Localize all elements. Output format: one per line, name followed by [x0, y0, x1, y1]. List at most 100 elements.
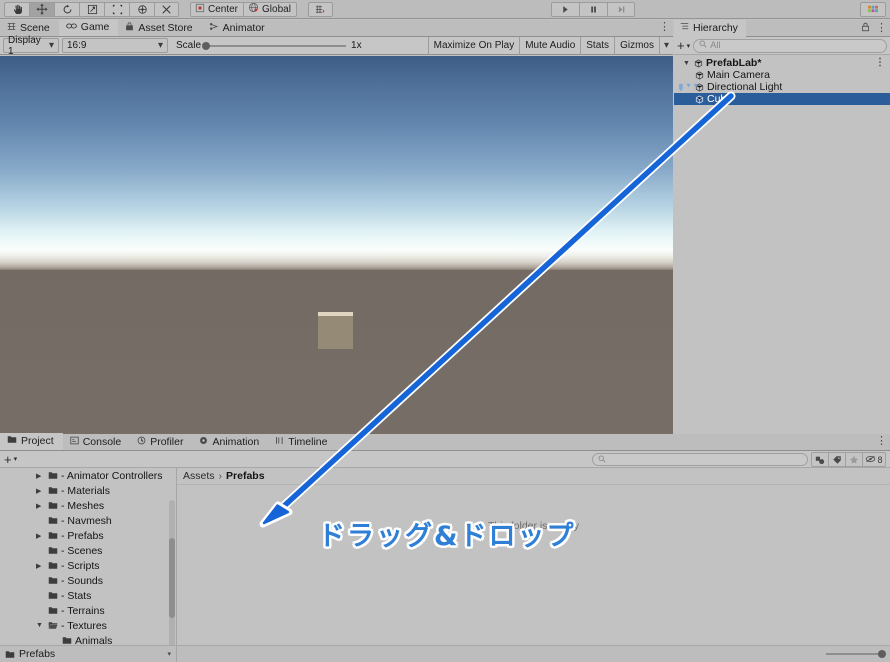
project-folder-row[interactable]: ▶ - Materials: [0, 483, 176, 498]
pivot-mode-button[interactable]: Center: [190, 1, 244, 17]
game-panel-menu-icon[interactable]: ⋮: [659, 22, 670, 33]
project-folder-row[interactable]: ▶ - Animator Controllers: [0, 468, 176, 483]
expand-triangle-icon[interactable]: ▼: [36, 622, 45, 629]
hierarchy-item-directional-light[interactable]: Directional Light: [674, 81, 890, 93]
hierarchy-item-label: PrefabLab*: [706, 57, 762, 69]
project-folder-label: - Prefabs: [61, 529, 104, 542]
breadcrumb-prefabs[interactable]: Prefabs: [226, 470, 265, 482]
scale-value: 1x: [351, 40, 362, 51]
custom-tool-button[interactable]: [154, 1, 179, 17]
tab-animation[interactable]: Animation: [192, 433, 268, 450]
move-tool-button[interactable]: [29, 1, 54, 17]
hierarchy-search-input[interactable]: All: [693, 38, 887, 53]
project-search-group: 8: [592, 451, 890, 468]
tab-console-label: Console: [82, 435, 122, 448]
thumbnail-size-slider[interactable]: [826, 650, 886, 658]
collab-button[interactable]: [860, 2, 886, 17]
tab-hierarchy[interactable]: Hierarchy: [674, 19, 746, 37]
thumbnail-size-slider-knob[interactable]: [878, 650, 886, 658]
expand-triangle-icon[interactable]: ▶: [36, 562, 45, 570]
tab-animation-label: Animation: [212, 435, 260, 448]
folder-icon: [48, 486, 58, 495]
project-folder-row[interactable]: ▶ - Prefabs: [0, 528, 176, 543]
pause-button[interactable]: [579, 2, 607, 17]
project-search-input[interactable]: [592, 453, 808, 466]
aspect-ratio-dropdown[interactable]: 16:9 ▾: [62, 38, 168, 53]
expand-triangle-icon[interactable]: ▶: [36, 502, 45, 510]
expand-triangle-icon[interactable]: ▶: [36, 532, 45, 540]
chevron-down-icon[interactable]: ▾: [167, 650, 171, 658]
filter-by-label-icon[interactable]: [828, 452, 845, 467]
project-folder-row[interactable]: - Sounds: [0, 573, 176, 588]
rect-tool-button[interactable]: [104, 1, 129, 17]
project-folder-row[interactable]: - Stats: [0, 588, 176, 603]
scale-tool-button[interactable]: [79, 1, 104, 17]
tab-console[interactable]: Console: [63, 433, 131, 450]
game-view-toolbar: Display 1 ▾ 16:9 ▾ Scale 1x Maximize On …: [0, 35, 673, 57]
hierarchy-menu-icon[interactable]: ⋮: [876, 23, 887, 34]
profiler-icon: [137, 436, 146, 448]
tab-asset-store[interactable]: Asset Store: [118, 19, 201, 36]
gizmos-button[interactable]: Gizmos: [614, 36, 659, 55]
scene-menu-icon[interactable]: ⋮: [875, 58, 885, 68]
scale-slider-knob[interactable]: [202, 41, 211, 50]
display-label: Display 1: [8, 34, 41, 57]
tab-profiler[interactable]: Profiler: [130, 433, 192, 450]
tab-project[interactable]: Project: [0, 433, 63, 450]
breadcrumb: Assets › Prefabs: [177, 468, 890, 485]
game-panel: Scene Game Asset Store Animator ⋮ Displa…: [0, 19, 673, 453]
project-content-area[interactable]: Assets › Prefabs This folder is empty: [177, 468, 890, 661]
expand-triangle-icon[interactable]: ▼: [683, 60, 691, 67]
folder-icon: [48, 471, 58, 480]
project-folder-row[interactable]: ▶ - Scripts: [0, 558, 176, 573]
project-panel-menu-icon[interactable]: ⋮: [876, 436, 887, 447]
project-icon: [7, 435, 17, 447]
folder-icon: [62, 636, 72, 645]
breadcrumb-assets[interactable]: Assets: [183, 470, 215, 482]
project-folder-row[interactable]: - Scenes: [0, 543, 176, 558]
hierarchy-item-main-camera[interactable]: Main Camera: [674, 69, 890, 81]
project-folder-row[interactable]: ▶ - Meshes: [0, 498, 176, 513]
mute-audio-button[interactable]: Mute Audio: [519, 36, 580, 55]
hierarchy-item-cube[interactable]: Cube: [674, 93, 890, 105]
expand-triangle-icon[interactable]: ▶: [36, 472, 45, 480]
project-tree-scrollbar[interactable]: [169, 500, 175, 655]
status-current-folder[interactable]: Prefabs ▾: [0, 645, 177, 662]
hand-tool-button[interactable]: [4, 1, 29, 17]
folder-icon: [5, 650, 15, 659]
create-object-button[interactable]: + ▾: [677, 38, 690, 53]
tab-game[interactable]: Game: [58, 19, 119, 36]
filter-by-type-icon[interactable]: [811, 452, 828, 467]
play-button[interactable]: [551, 2, 579, 17]
display-dropdown[interactable]: Display 1 ▾: [3, 35, 59, 57]
lock-icon[interactable]: [861, 22, 870, 35]
expand-triangle-icon[interactable]: ▶: [36, 487, 45, 495]
tab-timeline-label: Timeline: [288, 435, 328, 448]
step-button[interactable]: [607, 2, 635, 17]
tab-timeline[interactable]: Timeline: [268, 433, 336, 450]
project-folder-row[interactable]: ▼ - Textures: [0, 618, 176, 633]
transform-tool-button[interactable]: [129, 1, 154, 17]
game-view-render[interactable]: [0, 56, 673, 453]
rotate-tool-button[interactable]: [54, 1, 79, 17]
tab-animator[interactable]: Animator: [202, 19, 274, 36]
breadcrumb-separator-icon: ›: [218, 470, 223, 482]
hidden-packages-count[interactable]: 8: [862, 452, 886, 467]
coordinate-space-button[interactable]: Global: [243, 1, 297, 17]
favorites-star-icon[interactable]: [845, 452, 862, 467]
grid-snap-button[interactable]: [307, 1, 333, 17]
gizmos-dropdown-button[interactable]: ▾: [658, 36, 673, 55]
search-icon: [699, 40, 707, 51]
hierarchy-item-prefablab[interactable]: ▼ PrefabLab* ⋮: [674, 57, 890, 69]
stats-button[interactable]: Stats: [580, 36, 614, 55]
chevron-down-icon: ▾: [48, 40, 54, 51]
eye-off-icon: [865, 455, 876, 465]
maximize-on-play-button[interactable]: Maximize On Play: [427, 36, 520, 55]
project-folder-row[interactable]: - Terrains: [0, 603, 176, 618]
tab-scene[interactable]: Scene: [0, 19, 59, 36]
project-tree-scrollbar-thumb[interactable]: [169, 538, 175, 618]
project-folder-label: - Scenes: [61, 544, 103, 557]
scale-slider[interactable]: [202, 41, 347, 50]
create-asset-button[interactable]: + ▾: [4, 452, 17, 467]
project-folder-row[interactable]: - Navmesh: [0, 513, 176, 528]
